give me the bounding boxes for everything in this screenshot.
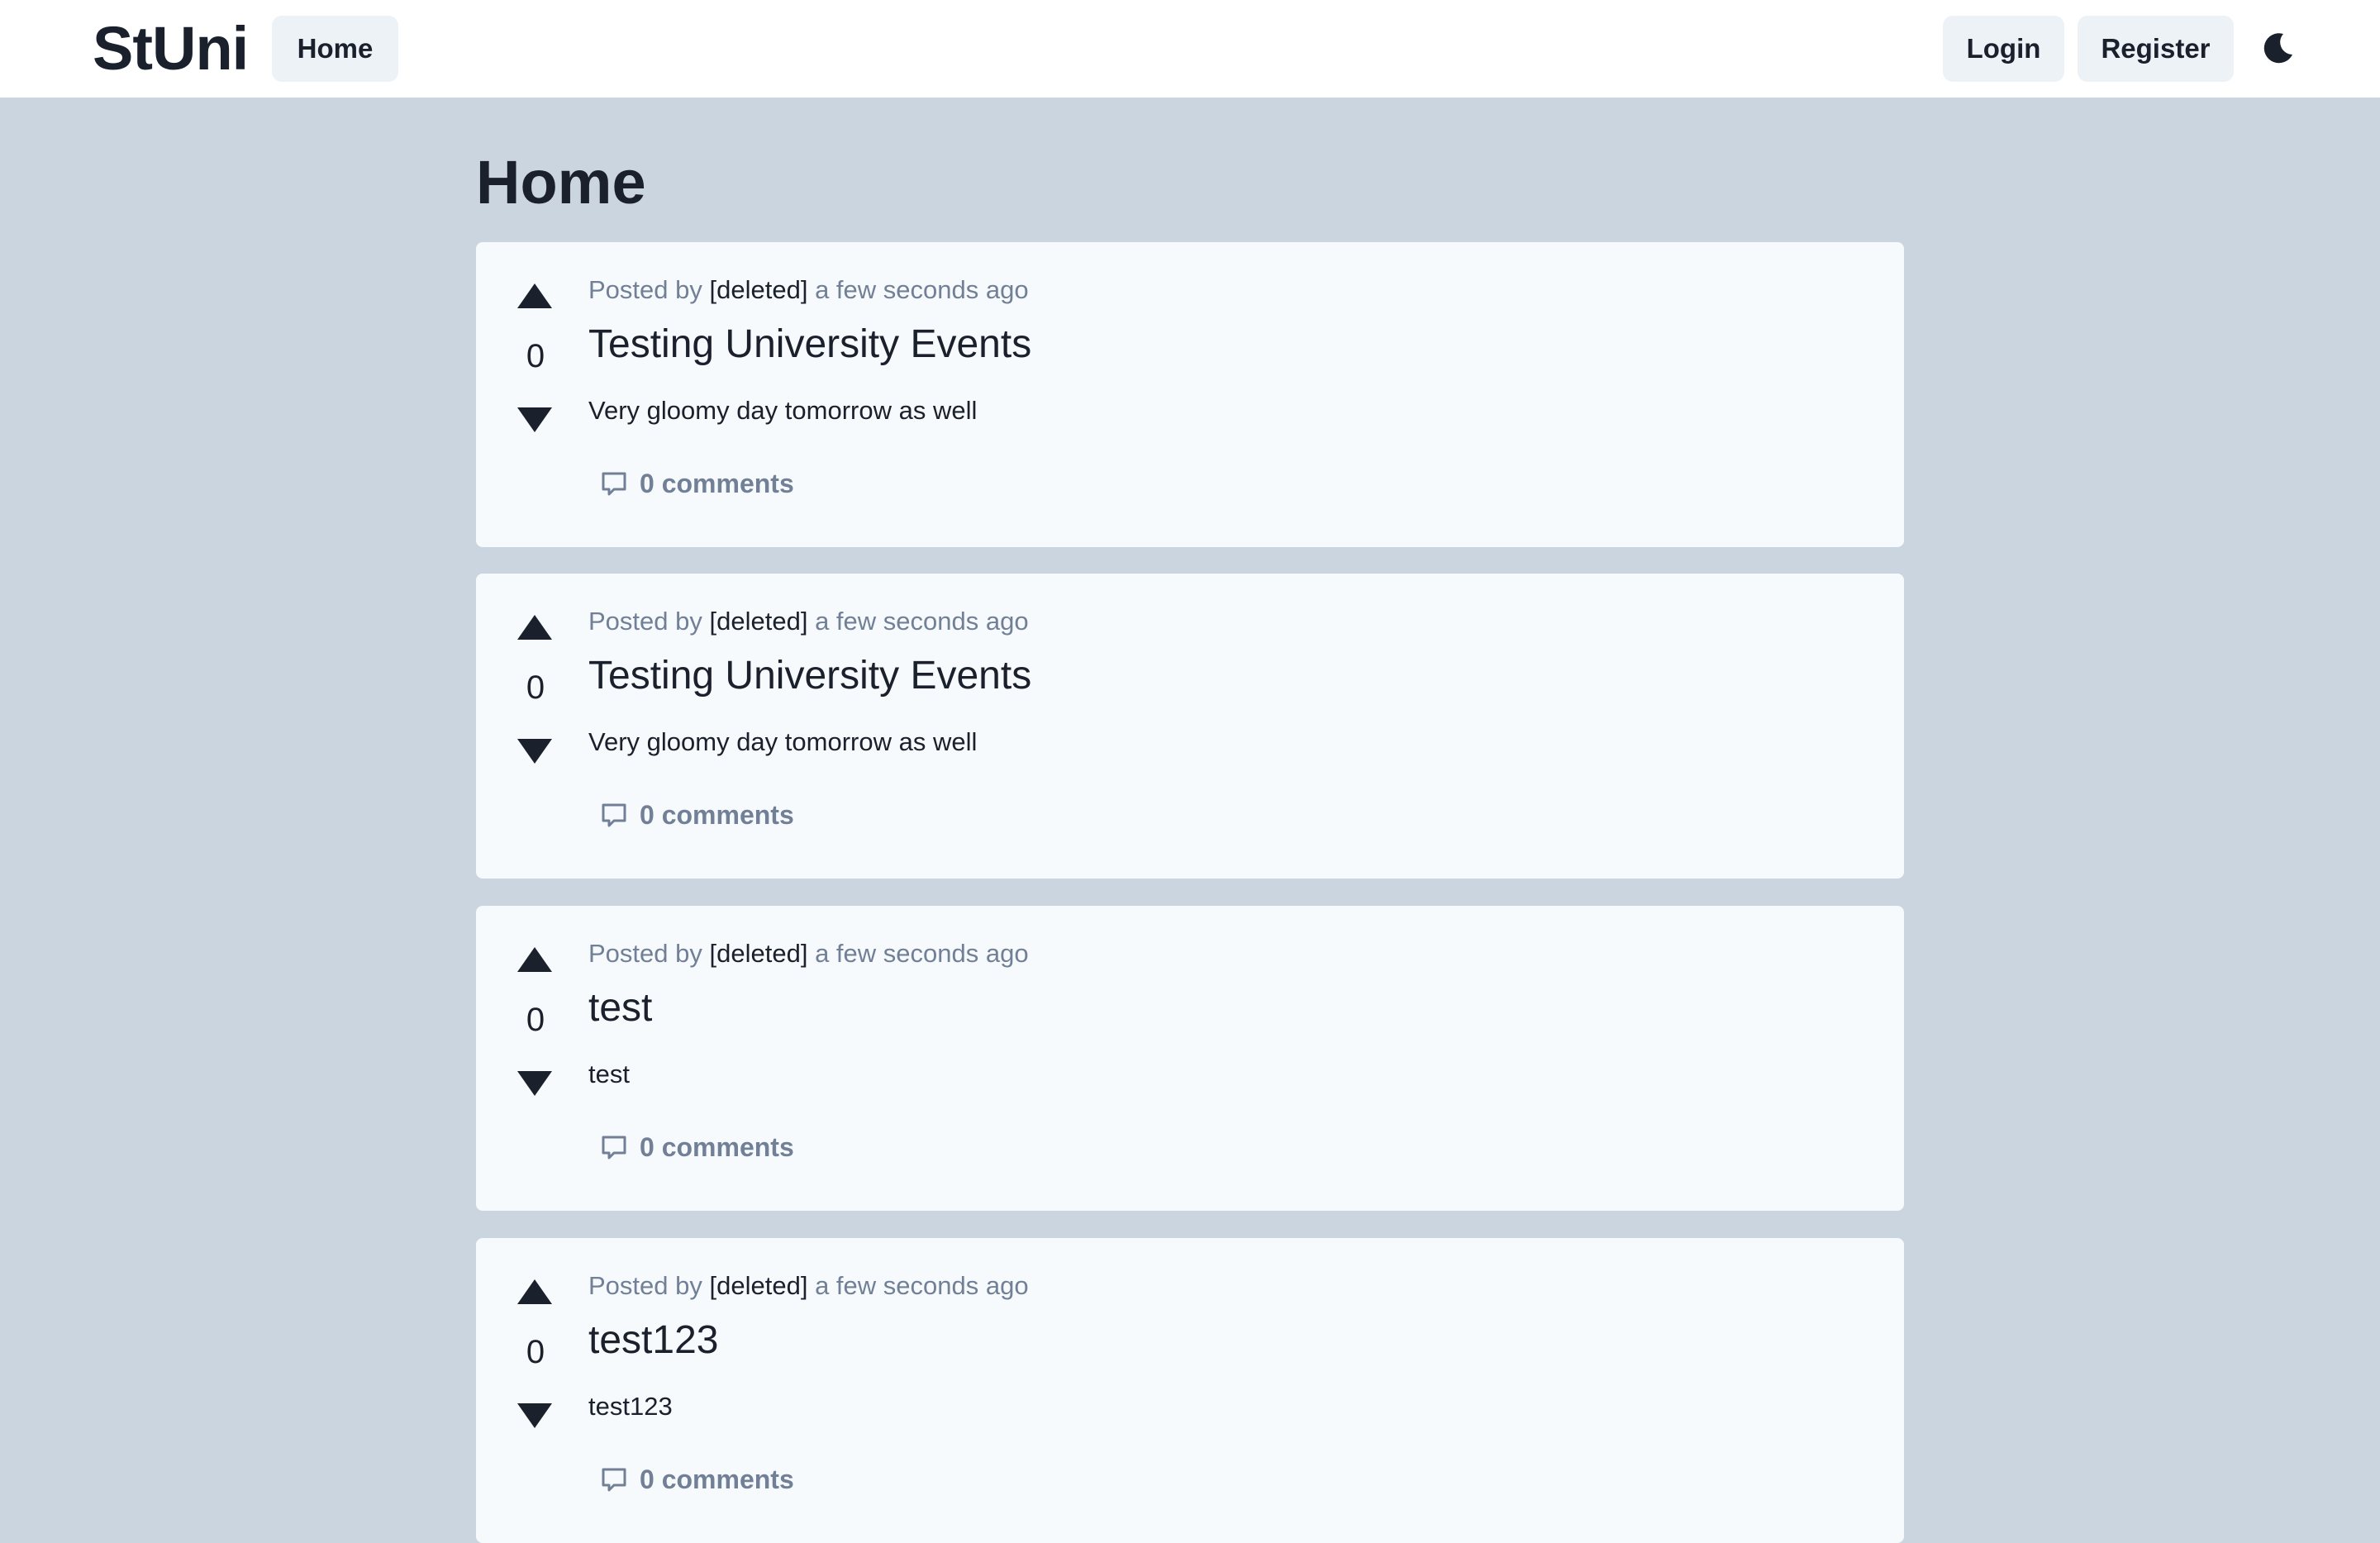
comment-icon [602, 803, 626, 827]
comments-link[interactable]: 0 comments [600, 1460, 794, 1499]
post-author[interactable]: [deleted] [710, 607, 808, 636]
upvote-arrow-up-icon[interactable] [517, 1279, 552, 1304]
vote-widget: 0 [517, 283, 554, 432]
downvote-arrow-down-icon[interactable] [517, 739, 552, 764]
post-time: a few seconds ago [815, 607, 1029, 636]
post-body: test [588, 1060, 630, 1088]
vote-count: 0 [526, 1002, 545, 1038]
downvote-arrow-down-icon[interactable] [517, 1071, 552, 1096]
post-title[interactable]: Testing University Events [588, 320, 1031, 369]
post-meta: Posted by [deleted] a few seconds ago [588, 274, 1029, 307]
comments-count: 0 comments [640, 1464, 794, 1494]
post-body: test123 [588, 1392, 673, 1421]
post-card[interactable]: 0 Posted by [deleted] a few seconds ago … [476, 906, 1904, 1211]
vote-count: 0 [526, 1334, 545, 1370]
comments-count: 0 comments [640, 1131, 794, 1162]
comment-icon [602, 1136, 626, 1160]
post-title[interactable]: test123 [588, 1316, 718, 1365]
post-time: a few seconds ago [815, 939, 1029, 968]
comments-count: 0 comments [640, 468, 794, 498]
upvote-arrow-up-icon[interactable] [517, 283, 552, 308]
post-time: a few seconds ago [815, 1271, 1029, 1300]
post-author[interactable]: [deleted] [710, 275, 808, 304]
post-author[interactable]: [deleted] [710, 1271, 808, 1300]
vote-widget: 0 [517, 615, 554, 764]
navbar: StUni Home Login Register [0, 0, 2380, 98]
home-button[interactable]: Home [272, 16, 398, 82]
post-title[interactable]: test [588, 983, 652, 1033]
upvote-arrow-up-icon[interactable] [517, 615, 552, 640]
vote-widget: 0 [517, 1279, 554, 1428]
register-button[interactable]: Register [2078, 16, 2234, 82]
vote-count: 0 [526, 669, 545, 706]
login-button[interactable]: Login [1943, 16, 2064, 82]
posted-by-label: Posted by [588, 939, 702, 968]
post-card[interactable]: 0 Posted by [deleted] a few seconds ago … [476, 242, 1904, 547]
post-meta: Posted by [deleted] a few seconds ago [588, 605, 1029, 638]
posted-by-label: Posted by [588, 607, 702, 636]
comments-link[interactable]: 0 comments [600, 1127, 794, 1167]
post-body: Very gloomy day tomorrow as well [588, 727, 978, 756]
downvote-arrow-down-icon[interactable] [517, 1403, 552, 1428]
comment-icon [602, 1468, 626, 1492]
post-time: a few seconds ago [815, 275, 1029, 304]
post-meta: Posted by [deleted] a few seconds ago [588, 1269, 1029, 1303]
moon-icon[interactable] [2262, 31, 2295, 64]
comments-link[interactable]: 0 comments [600, 795, 794, 835]
upvote-arrow-up-icon[interactable] [517, 947, 552, 972]
comments-link[interactable]: 0 comments [600, 464, 794, 503]
posted-by-label: Posted by [588, 275, 702, 304]
page-title: Home [476, 148, 646, 217]
comment-icon [602, 472, 626, 496]
post-meta: Posted by [deleted] a few seconds ago [588, 937, 1029, 970]
post-card[interactable]: 0 Posted by [deleted] a few seconds ago … [476, 1238, 1904, 1543]
vote-widget: 0 [517, 947, 554, 1096]
post-card[interactable]: 0 Posted by [deleted] a few seconds ago … [476, 574, 1904, 879]
vote-count: 0 [526, 338, 545, 374]
brand-logo[interactable]: StUni [93, 13, 249, 84]
post-author[interactable]: [deleted] [710, 939, 808, 968]
downvote-arrow-down-icon[interactable] [517, 407, 552, 432]
comments-count: 0 comments [640, 799, 794, 830]
posted-by-label: Posted by [588, 1271, 702, 1300]
post-title[interactable]: Testing University Events [588, 651, 1031, 701]
post-body: Very gloomy day tomorrow as well [588, 396, 978, 425]
